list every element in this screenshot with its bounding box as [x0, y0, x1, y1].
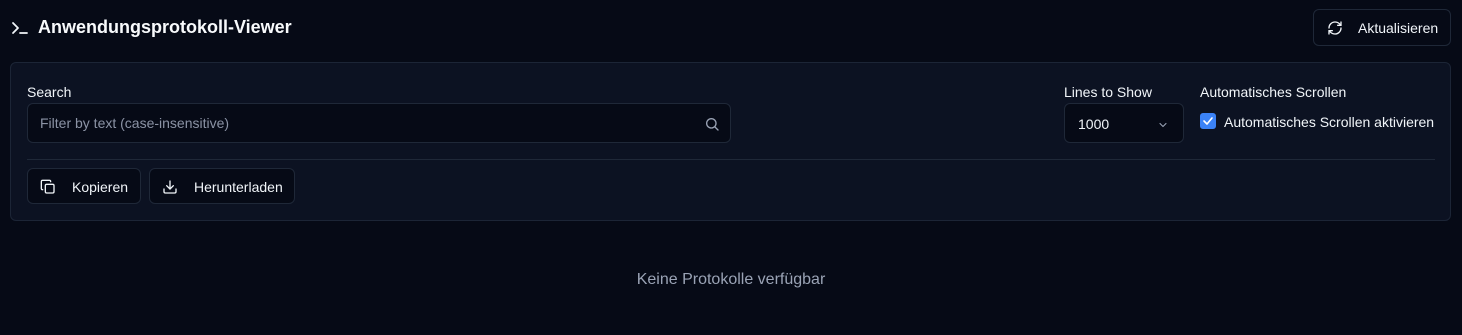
autoscroll-label: Automatisches Scrollen	[1200, 84, 1347, 100]
copy-button[interactable]: Kopieren	[27, 168, 141, 204]
app-header: Anwendungsprotokoll-Viewer Aktualisieren	[0, 0, 1462, 56]
filter-panel: Search Lines to Show 1000 Automatisches …	[10, 62, 1451, 221]
search-box	[27, 103, 731, 143]
search-icon[interactable]	[704, 116, 720, 132]
download-button[interactable]: Herunterladen	[149, 168, 295, 204]
check-icon	[1203, 117, 1213, 125]
download-icon	[162, 179, 178, 195]
page-title: Anwendungsprotokoll-Viewer	[38, 17, 292, 37]
log-empty-message: Keine Protokolle verfügbar	[636, 271, 826, 288]
download-button-label: Herunterladen	[194, 179, 283, 195]
chevron-down-icon	[1157, 118, 1169, 130]
copy-button-label: Kopieren	[72, 179, 129, 195]
copy-icon	[40, 179, 56, 195]
autoscroll-checkbox[interactable]	[1200, 113, 1216, 129]
refresh-button[interactable]: Aktualisieren	[1313, 9, 1451, 46]
search-label: Search	[27, 84, 72, 100]
lines-selected-value: 1000	[1078, 116, 1110, 132]
refresh-icon	[1327, 20, 1343, 36]
terminal-icon	[11, 20, 29, 36]
divider	[27, 159, 1435, 160]
autoscroll-checkbox-label[interactable]: Automatisches Scrollen aktivieren	[1224, 114, 1434, 130]
refresh-button-label: Aktualisieren	[1358, 20, 1439, 36]
lines-label: Lines to Show	[1064, 84, 1152, 100]
lines-select[interactable]: 1000	[1064, 103, 1184, 143]
search-input[interactable]	[28, 104, 698, 142]
